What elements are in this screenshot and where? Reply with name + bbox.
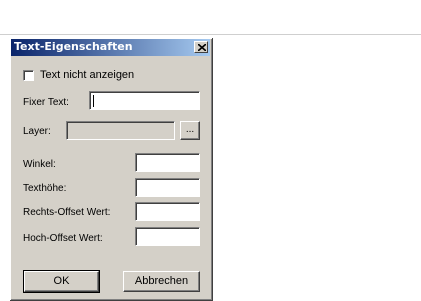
angle-input[interactable]: [135, 153, 200, 172]
close-icon: [198, 44, 206, 51]
dialog-title: Text-Eigenschaften: [14, 40, 133, 53]
text-height-label: Texthöhe:: [23, 183, 67, 194]
layer-browse-button[interactable]: ...: [180, 121, 200, 140]
up-offset-label: Hoch-Offset Wert:: [23, 233, 103, 244]
right-offset-input[interactable]: [135, 202, 200, 221]
fixed-text-input[interactable]: [89, 91, 200, 110]
text-caret: [93, 95, 94, 107]
right-offset-label: Rechts-Offset Wert:: [23, 207, 111, 218]
text-height-input[interactable]: [135, 178, 200, 197]
divider: [0, 34, 421, 35]
close-button[interactable]: [194, 41, 208, 53]
layer-label: Layer:: [23, 126, 51, 137]
ok-button[interactable]: OK: [23, 270, 100, 293]
screen: Text-Eigenschaften Text nicht anzeigen F…: [0, 0, 421, 301]
text-properties-dialog: Text-Eigenschaften Text nicht anzeigen F…: [10, 38, 213, 301]
hide-text-label: Text nicht anzeigen: [40, 69, 135, 81]
layer-field: [66, 121, 175, 140]
cancel-button[interactable]: Abbrechen: [123, 271, 200, 292]
hide-text-checkbox[interactable]: [23, 70, 34, 81]
dialog-titlebar[interactable]: Text-Eigenschaften: [11, 39, 210, 56]
angle-label: Winkel:: [23, 159, 56, 170]
up-offset-input[interactable]: [135, 227, 200, 246]
fixed-text-label: Fixer Text:: [23, 97, 69, 108]
